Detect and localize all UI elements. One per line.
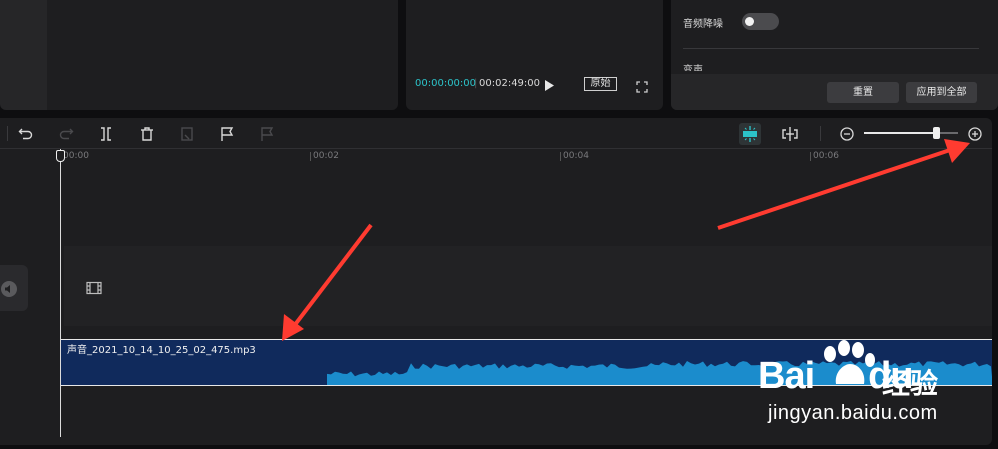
watermark-chinese: 经验: [882, 367, 939, 400]
delete-button[interactable]: [139, 126, 155, 142]
undo-icon: [18, 128, 33, 140]
aspect-original-button[interactable]: 原始: [584, 77, 617, 91]
apply-to-all-button[interactable]: 应用到全部: [906, 82, 977, 103]
audio-track-header: [0, 265, 28, 311]
fullscreen-icon: [636, 81, 648, 93]
ruler-tick: 00:02: [310, 152, 339, 161]
timecode-separator: |: [474, 78, 478, 89]
properties-panel: 音频降噪 变声 重置 应用到全部: [671, 0, 998, 110]
zoom-in-button[interactable]: [967, 126, 983, 142]
denoise-label: 音频降噪: [683, 19, 723, 30]
split-button[interactable]: [98, 126, 114, 142]
divider: [683, 48, 979, 49]
ruler-tick: 00:04: [560, 152, 589, 161]
split-icon: [101, 127, 111, 141]
media-panel: [47, 0, 398, 110]
redo-button[interactable]: [58, 126, 74, 142]
time-ruler[interactable]: 00:00 00:02 00:04 00:06: [0, 149, 992, 163]
play-icon: [545, 80, 554, 91]
speaker-icon[interactable]: [1, 281, 17, 297]
add-marker-button[interactable]: [219, 126, 235, 142]
redo-icon: [59, 128, 74, 140]
denoise-toggle[interactable]: [742, 13, 779, 30]
voice-change-label: 变声: [683, 65, 703, 71]
play-button[interactable]: [543, 77, 555, 91]
ruler-tick: 00:06: [810, 152, 839, 161]
delete-icon: [141, 127, 153, 141]
current-timecode: 00:00:00:00: [415, 78, 477, 89]
marker-disabled-icon: [261, 127, 274, 141]
magnet-snap-button[interactable]: [739, 123, 761, 145]
total-timecode: 00:02:49:00: [479, 78, 541, 89]
zoom-slider[interactable]: [864, 127, 958, 139]
reset-button[interactable]: 重置: [827, 82, 899, 103]
player-panel: 00:00:00:00 | 00:02:49:00 原始: [406, 0, 663, 110]
left-panel-strip: [0, 0, 47, 110]
timeline-toolbar: [0, 118, 992, 149]
undo-button[interactable]: [18, 126, 34, 142]
magnet-icon: [743, 126, 757, 142]
zoom-slider-handle[interactable]: [933, 127, 941, 139]
toggle-knob: [745, 17, 754, 26]
fullscreen-button[interactable]: [636, 78, 648, 93]
marker-icon: [221, 127, 234, 141]
zoom-in-icon: [968, 127, 982, 141]
marker-disabled-button[interactable]: [259, 126, 275, 142]
properties-footer: 重置 应用到全部: [671, 74, 998, 110]
toolbar-divider: [7, 126, 8, 141]
freeze-frame-icon: [181, 127, 193, 141]
watermark-url: jingyan.baidu.com: [768, 402, 938, 424]
freeze-frame-button[interactable]: [179, 126, 195, 142]
zoom-out-icon: [840, 127, 854, 141]
film-icon: [86, 280, 102, 296]
audio-clip-name: 声音_2021_10_14_10_25_02_475.mp3: [67, 345, 256, 356]
toolbar-divider: [820, 126, 821, 141]
video-track[interactable]: [64, 246, 992, 326]
playhead-handle[interactable]: [56, 150, 65, 162]
link-icon: [782, 127, 798, 141]
zoom-slider-fill: [864, 132, 937, 134]
link-button[interactable]: [781, 126, 798, 142]
zoom-out-button[interactable]: [839, 126, 855, 142]
playhead-line: [60, 149, 61, 437]
